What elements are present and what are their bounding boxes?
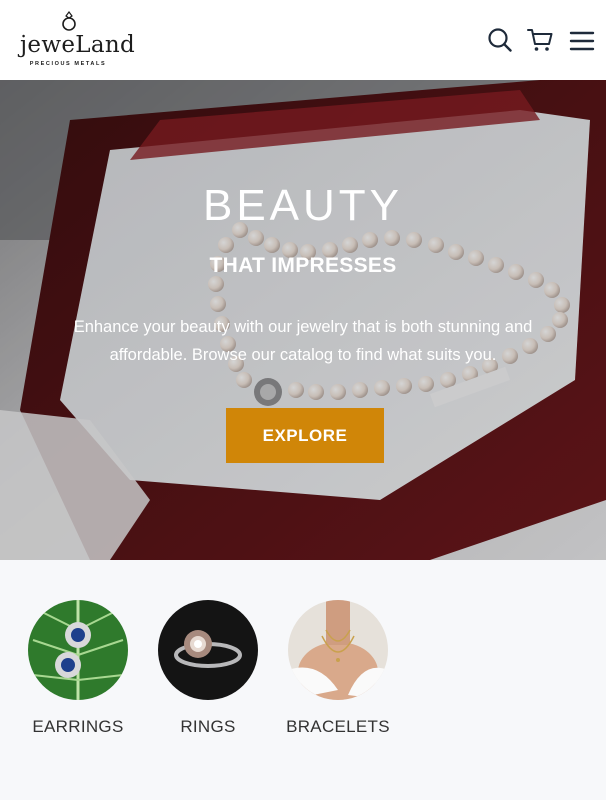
hero-description: Enhance your beauty with our jewelry tha… [73, 318, 533, 364]
category-label: BRACELETS [286, 717, 390, 736]
site-header: jeweLand PRECIOUS METALS [0, 0, 606, 80]
search-icon[interactable] [486, 26, 514, 54]
category-earrings[interactable]: EARRINGS [13, 600, 143, 750]
category-label: EARRINGS [32, 717, 124, 736]
explore-button[interactable]: EXPLORE [226, 408, 384, 463]
brand-tagline: PRECIOUS METALS [29, 61, 107, 67]
cart-icon[interactable] [526, 26, 554, 54]
rings-image [158, 600, 258, 700]
category-bracelets[interactable]: BRACELETS [273, 600, 403, 750]
hero-subtitle: THAT IMPRESSES [209, 254, 397, 277]
brand-logo[interactable]: jeweLand PRECIOUS METALS [20, 10, 135, 72]
ring-logo-icon [62, 11, 76, 31]
hero-title: BEAUTY [202, 181, 404, 230]
category-label: RINGS [180, 717, 236, 736]
bracelets-image [288, 600, 388, 700]
brand-name: jeweLand [20, 32, 135, 58]
earrings-image [28, 600, 128, 700]
menu-icon[interactable] [568, 26, 596, 54]
category-rings[interactable]: RINGS [143, 600, 273, 750]
hero-banner: BEAUTY THAT IMPRESSES Enhance your beaut… [0, 80, 606, 560]
category-list: EARRINGS RINGS BRACELETS [0, 560, 606, 800]
